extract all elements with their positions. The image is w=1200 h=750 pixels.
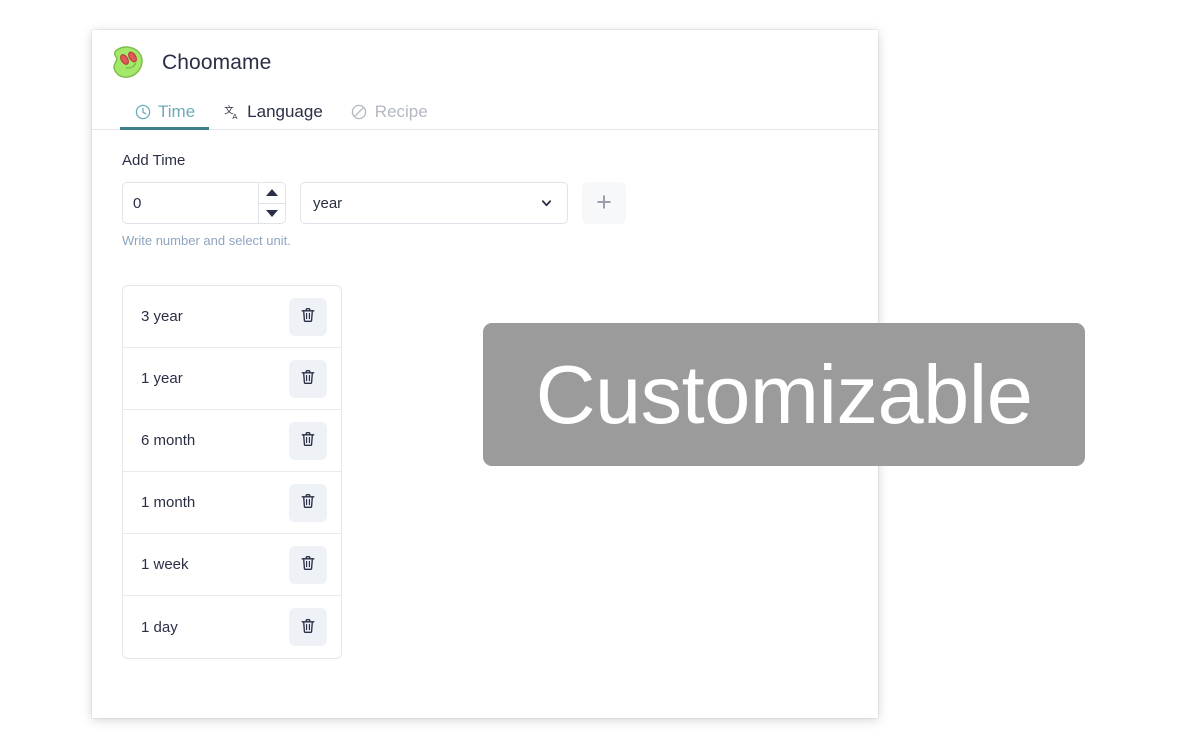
trash-icon xyxy=(299,368,317,389)
add-time-helper-text: Write number and select unit. xyxy=(122,233,291,248)
time-unit-select-value: year xyxy=(313,194,343,212)
app-header: Choomame xyxy=(92,30,878,80)
time-list-row: 1 month xyxy=(123,472,341,534)
delete-time-button[interactable] xyxy=(289,608,327,646)
time-list-row: 1 week xyxy=(123,534,341,596)
translate-icon: 文 A xyxy=(223,103,240,120)
svg-text:A: A xyxy=(232,111,238,119)
tab-bar: Time 文 A Language Recipe xyxy=(92,92,878,130)
delete-time-button[interactable] xyxy=(289,545,327,584)
time-list: 3 year 1 year 6 month 1 month 1 week 1 day xyxy=(122,285,342,659)
delete-time-button[interactable] xyxy=(289,359,327,398)
delete-time-button[interactable] xyxy=(289,297,327,336)
clock-icon xyxy=(134,103,151,120)
trash-icon xyxy=(299,306,317,327)
time-list-row: 1 year xyxy=(123,348,341,410)
app-title: Choomame xyxy=(162,50,272,74)
add-time-form-row: year xyxy=(122,182,878,224)
tab-language[interactable]: 文 A Language xyxy=(209,103,337,129)
trash-icon xyxy=(299,492,317,513)
spinner-decrement-button[interactable] xyxy=(259,203,285,223)
edamame-bean-icon xyxy=(108,42,148,82)
active-tab-underline xyxy=(120,127,210,130)
tab-language-label: Language xyxy=(247,102,323,121)
add-time-section-label: Add Time xyxy=(122,152,186,169)
no-entry-icon xyxy=(351,103,368,120)
tab-recipe-label: Recipe xyxy=(374,102,428,121)
customizable-overlay-banner: Customizable xyxy=(483,323,1085,466)
time-list-row-label: 1 week xyxy=(141,556,189,573)
time-list-row-label: 6 month xyxy=(141,432,196,449)
trash-icon xyxy=(299,617,317,638)
trash-icon xyxy=(299,430,317,451)
plus-icon xyxy=(593,191,615,216)
delete-time-button[interactable] xyxy=(289,483,327,522)
time-list-row-label: 1 year xyxy=(141,370,183,387)
time-amount-input[interactable] xyxy=(123,183,258,223)
delete-time-button[interactable] xyxy=(289,421,327,460)
time-list-row-label: 1 month xyxy=(141,494,196,511)
tab-recipe[interactable]: Recipe xyxy=(337,103,442,129)
chevron-down-icon xyxy=(540,197,553,210)
add-time-button[interactable] xyxy=(582,182,626,224)
trash-icon xyxy=(299,554,317,575)
tab-time[interactable]: Time xyxy=(120,102,210,130)
triangle-up-icon xyxy=(266,189,278,197)
overlay-banner-label: Customizable xyxy=(535,348,1033,441)
time-unit-select[interactable]: year xyxy=(300,182,568,224)
number-input-group xyxy=(122,182,286,224)
tab-time-label: Time xyxy=(158,102,196,121)
triangle-down-icon xyxy=(266,209,278,217)
time-list-row: 6 month xyxy=(123,410,341,472)
spinner-increment-button[interactable] xyxy=(259,183,285,204)
time-list-row-label: 1 day xyxy=(141,618,178,636)
time-list-row: 1 day xyxy=(123,596,341,658)
time-list-row: 3 year xyxy=(123,286,341,348)
time-list-row-label: 3 year xyxy=(141,308,183,325)
number-spinner xyxy=(258,183,285,223)
